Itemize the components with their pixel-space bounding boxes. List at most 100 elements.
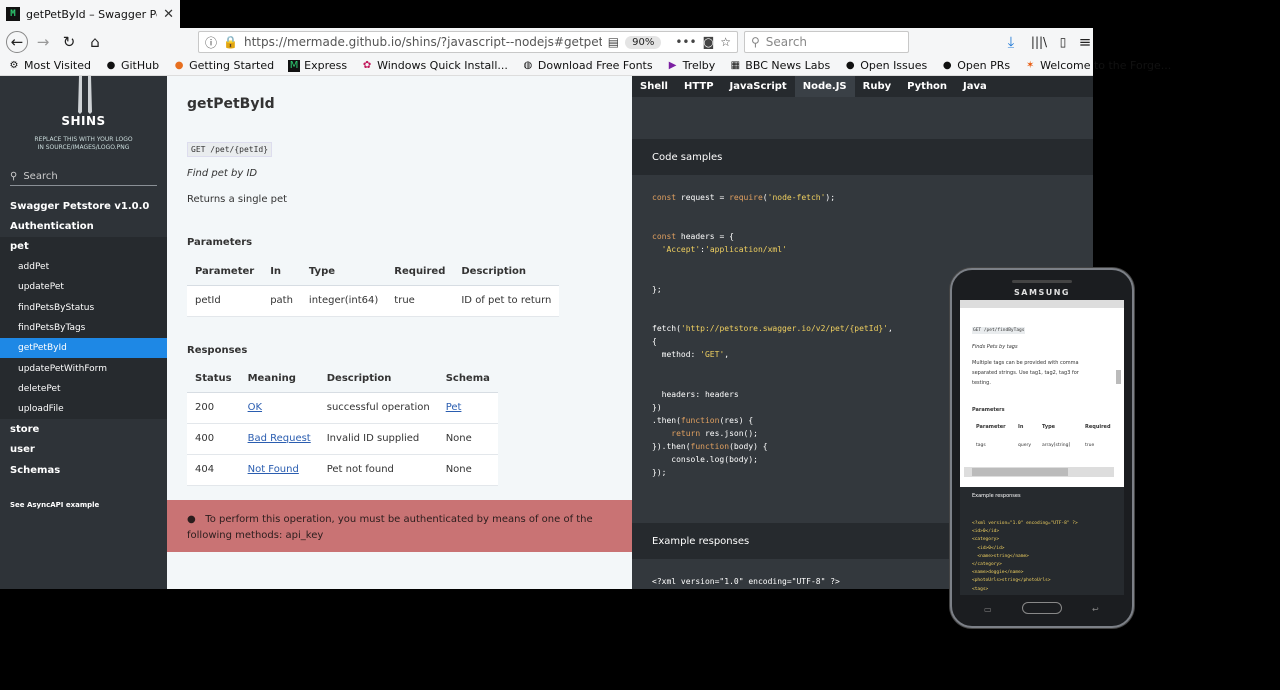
close-tab-icon[interactable]: ✕ bbox=[163, 7, 174, 22]
bookmark-item[interactable]: ⚙ Most Visited bbox=[8, 59, 91, 72]
table-cell: true bbox=[386, 285, 454, 317]
search-input[interactable]: ⚲ Search bbox=[744, 31, 909, 53]
tab-nodejs[interactable]: Node.JS bbox=[794, 76, 855, 97]
reader-view-icon[interactable]: ▤ bbox=[608, 35, 619, 49]
responses-heading: Responses bbox=[187, 345, 248, 356]
pocket-icon[interactable]: ◙ bbox=[703, 35, 715, 49]
home-hardware-button[interactable] bbox=[1022, 602, 1062, 614]
bbc-icon: ▦ bbox=[730, 59, 741, 71]
toc-item-authentication[interactable]: Authentication bbox=[0, 216, 167, 236]
back-button[interactable]: ← bbox=[6, 31, 28, 53]
phone-horizontal-scrollbar[interactable] bbox=[964, 467, 1114, 477]
table-header-row: Status Meaning Description Schema bbox=[187, 366, 498, 393]
github-icon: ● bbox=[942, 59, 952, 71]
schema-cell: None bbox=[437, 423, 498, 455]
bookmark-item[interactable]: ● Getting Started bbox=[173, 59, 274, 72]
toc-item-findpetsbytags[interactable]: findPetsByTags bbox=[0, 317, 167, 339]
meaning-link[interactable]: Not Found bbox=[248, 464, 299, 475]
auth-warning: ● To perform this operation, you must be… bbox=[167, 500, 632, 552]
bookmark-star-icon[interactable]: ☆ bbox=[720, 35, 731, 49]
toc-item-findpetsbystatus[interactable]: findPetsByStatus bbox=[0, 297, 167, 318]
toc-item-addpet[interactable]: addPet bbox=[0, 256, 167, 278]
toc-item-store[interactable]: store bbox=[0, 419, 167, 439]
bookmark-item[interactable]: ✿ Windows Quick Install... bbox=[361, 59, 508, 72]
schema-link[interactable]: Pet bbox=[446, 402, 462, 413]
bookmark-item[interactable]: ✶ Welcome to the Forge... bbox=[1024, 59, 1171, 72]
operation-description: Returns a single pet bbox=[187, 194, 288, 205]
bookmark-item[interactable]: M Express bbox=[288, 59, 347, 72]
bookmark-item[interactable]: ● Open Issues bbox=[844, 59, 927, 72]
bookmark-item[interactable]: ◍ Download Free Fonts bbox=[522, 59, 653, 72]
endpoint-badge: GET /pet/{petId} bbox=[187, 142, 273, 157]
phone-code-panel: Example responses <?xml version="1.0" en… bbox=[960, 487, 1124, 595]
meaning-link[interactable]: Bad Request bbox=[248, 433, 311, 444]
tab-shell[interactable]: Shell bbox=[632, 76, 676, 97]
toc-item-updatepetwithform[interactable]: updatePetWithForm bbox=[0, 358, 167, 379]
search-placeholder: Search bbox=[765, 35, 808, 49]
back-key-icon[interactable]: ↩ bbox=[1092, 605, 1099, 614]
github-icon: ● bbox=[845, 59, 855, 71]
column-header: In bbox=[262, 259, 301, 286]
column-header: Meaning bbox=[239, 366, 319, 393]
table-row: 200 OK successful operation Pet bbox=[187, 392, 498, 424]
bookmark-item[interactable]: ● GitHub bbox=[105, 59, 160, 72]
forward-button[interactable]: → bbox=[32, 32, 54, 52]
phone-scroll-header bbox=[960, 300, 1124, 308]
phone-xml-code: <?xml version="1.0" encoding="UTF-8" ?> … bbox=[972, 521, 1078, 592]
status-cell: 200 bbox=[187, 392, 240, 424]
bookmark-item[interactable]: ● Open PRs bbox=[941, 59, 1010, 72]
column-header: Description bbox=[453, 259, 560, 286]
phone-summary: Finds Pets by tags bbox=[972, 344, 1018, 350]
toc-item-pet[interactable]: pet bbox=[0, 236, 167, 257]
toc-item-uploadfile[interactable]: uploadFile bbox=[0, 398, 167, 420]
description-cell: Invalid ID supplied bbox=[318, 423, 438, 455]
logo-text: SHINS bbox=[61, 114, 106, 128]
toc-item-deletepet[interactable]: deletePet bbox=[0, 378, 167, 399]
phone-endpoint: GET /pet/findByTags bbox=[972, 327, 1026, 334]
sidebar-toggle-icon[interactable]: ▯ bbox=[1052, 32, 1074, 52]
forge-icon: ✶ bbox=[1025, 59, 1035, 71]
library-icon[interactable]: |||\ bbox=[1028, 32, 1050, 52]
tab-java[interactable]: Java bbox=[955, 76, 995, 97]
url-text[interactable]: https://mermade.github.io/shins/?javascr… bbox=[244, 35, 602, 49]
phone-scrollbar-thumb[interactable] bbox=[972, 468, 1068, 476]
toc-item-user[interactable]: user bbox=[0, 440, 167, 460]
url-bar[interactable]: ⓘ 🔒 https://mermade.github.io/shins/?jav… bbox=[198, 31, 738, 53]
more-actions-icon[interactable]: ••• bbox=[675, 35, 696, 49]
bookmark-item[interactable]: ▶ Trelby bbox=[667, 59, 716, 72]
column-header: Status bbox=[187, 366, 240, 393]
download-icon[interactable]: ⤓ bbox=[1000, 32, 1022, 52]
github-icon: ● bbox=[106, 59, 116, 71]
sidebar-search-input[interactable]: ⚲ Search bbox=[10, 168, 157, 186]
code-samples-heading: Code samples bbox=[632, 139, 1093, 175]
menu-icon[interactable]: ≡ bbox=[1078, 32, 1092, 52]
express-icon: M bbox=[288, 59, 301, 72]
table-cell: petId bbox=[187, 285, 263, 317]
toc-item-getpetbyid[interactable]: getPetById bbox=[0, 338, 167, 359]
auth-warning-text: To perform this operation, you must be a… bbox=[187, 514, 593, 541]
phone-vertical-scrollbar[interactable] bbox=[1116, 370, 1121, 384]
tab-ruby[interactable]: Ruby bbox=[855, 76, 900, 97]
tab-javascript[interactable]: JavaScript bbox=[722, 76, 795, 97]
recent-apps-icon[interactable]: ▭ bbox=[984, 605, 992, 614]
phone-column-header: Type bbox=[1042, 424, 1056, 430]
meaning-link[interactable]: OK bbox=[248, 402, 262, 413]
tab-python[interactable]: Python bbox=[899, 76, 955, 97]
parameters-heading: Parameters bbox=[187, 237, 253, 248]
asyncapi-link[interactable]: See AsyncAPI example bbox=[10, 501, 99, 509]
tab-bar: M getPetById – Swagger Petstore ✕ bbox=[0, 0, 1280, 28]
toc-item-title[interactable]: Swagger Petstore v1.0.0 bbox=[0, 196, 167, 216]
info-circle-icon: ● bbox=[187, 514, 196, 525]
column-header: Schema bbox=[437, 366, 498, 393]
toc-item-updatepet[interactable]: updatePet bbox=[0, 277, 167, 298]
reload-button[interactable]: ↻ bbox=[58, 32, 80, 52]
browser-tab[interactable]: M getPetById – Swagger Petstore ✕ bbox=[0, 0, 180, 28]
info-icon[interactable]: ⓘ bbox=[205, 34, 217, 51]
description-cell: successful operation bbox=[318, 392, 438, 424]
home-button[interactable]: ⌂ bbox=[84, 32, 106, 52]
bookmark-item[interactable]: ▦ BBC News Labs bbox=[729, 59, 831, 72]
phone-desc-line: separated strings. Use tag1, tag2, tag3 … bbox=[972, 370, 1079, 376]
zoom-level[interactable]: 90% bbox=[625, 35, 662, 49]
toc-item-schemas[interactable]: Schemas bbox=[0, 460, 167, 480]
tab-http[interactable]: HTTP bbox=[676, 76, 722, 97]
